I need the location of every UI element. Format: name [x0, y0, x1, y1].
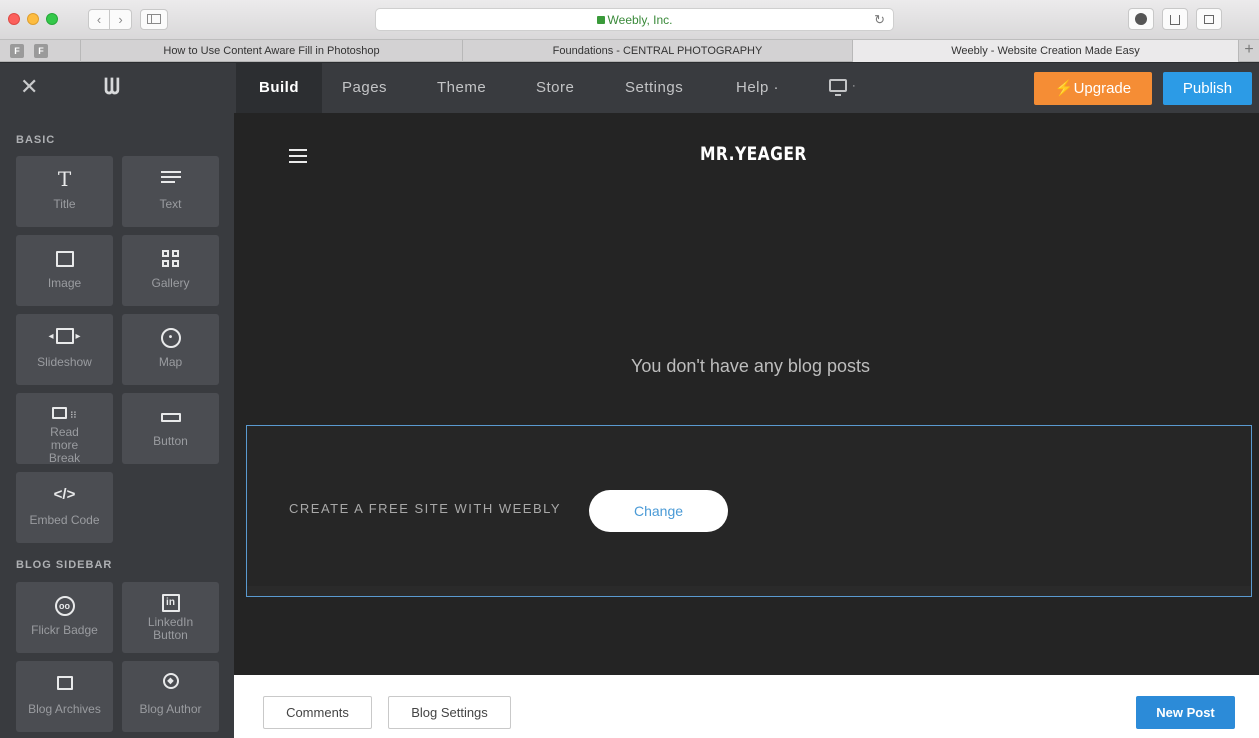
element-title[interactable]: T Title — [16, 156, 113, 227]
image-icon — [16, 247, 113, 269]
section-label-blog-sidebar: BLOG SIDEBAR — [16, 559, 113, 571]
map-pin-icon: • — [122, 326, 219, 349]
minimize-window-button[interactable] — [27, 13, 39, 25]
element-button[interactable]: Button — [122, 393, 219, 464]
element-map[interactable]: • Map — [122, 314, 219, 385]
element-label: Gallery — [151, 276, 190, 290]
pinned-tab[interactable]: F — [34, 44, 48, 58]
tab-settings[interactable]: Settings — [625, 63, 683, 113]
slideshow-icon: ◂ ▸ — [16, 326, 113, 348]
menu-icon[interactable] — [289, 149, 307, 163]
embed-code-icon: </> — [53, 486, 76, 503]
address-bar[interactable]: Weebly, Inc. ↻ — [375, 8, 894, 31]
flickr-icon: oo — [16, 594, 113, 617]
element-label: Map — [158, 355, 183, 369]
close-window-button[interactable] — [8, 13, 20, 25]
comments-button[interactable]: Comments — [263, 696, 372, 729]
element-label: Blog Archives — [28, 702, 101, 716]
sidebar-icon — [147, 14, 161, 24]
element-read-more-break[interactable]: ⁝⁝ Read more Break — [16, 393, 113, 465]
element-label: Blog Author — [139, 702, 202, 716]
element-flickr-badge[interactable]: oo Flickr Badge — [16, 582, 113, 653]
footer-banner[interactable]: CREATE A FREE SITE WITH WEEBLY Change — [246, 425, 1252, 597]
button-icon — [122, 405, 219, 427]
tab-theme[interactable]: Theme — [437, 63, 486, 113]
tab-pages[interactable]: Pages — [342, 63, 387, 113]
reload-icon[interactable]: ↻ — [874, 12, 885, 28]
forward-button[interactable]: › — [110, 9, 132, 30]
back-button[interactable]: ‹ — [88, 9, 110, 30]
change-button[interactable]: Change — [589, 490, 728, 532]
desktop-preview-icon[interactable] — [829, 79, 847, 96]
element-label: Button — [153, 434, 188, 448]
browser-tab-bar: F F How to Use Content Aware Fill in Pho… — [0, 40, 1259, 62]
lock-icon — [596, 16, 605, 24]
element-image[interactable]: Image — [16, 235, 113, 306]
author-pen-icon: ◆ — [122, 669, 219, 691]
tabs-icon — [1204, 15, 1214, 24]
device-caret-icon[interactable]: · — [852, 80, 856, 92]
tab-build[interactable]: Build — [236, 63, 322, 113]
element-embed-code[interactable]: </> Embed Code — [16, 472, 113, 543]
element-gallery[interactable]: Gallery — [122, 235, 219, 306]
tabs-overview-button[interactable] — [1196, 8, 1222, 30]
element-label: Embed Code — [29, 513, 100, 527]
element-label: Slideshow — [37, 355, 92, 369]
element-label: LinkedIn Button — [147, 615, 194, 642]
archives-icon — [16, 671, 113, 693]
linkedin-icon: in — [122, 591, 219, 613]
site-canvas[interactable]: MR.YEAGER You don't have any blog posts … — [234, 113, 1259, 675]
share-button[interactable] — [1162, 8, 1188, 30]
banner-text: CREATE A FREE SITE WITH WEEBLY — [289, 501, 562, 516]
browser-tab-active[interactable]: Weebly - Website Creation Made Easy — [852, 40, 1238, 62]
empty-blog-message: You don't have any blog posts — [631, 356, 870, 376]
element-text[interactable]: Text — [122, 156, 219, 227]
close-editor-icon[interactable]: ✕ — [20, 76, 38, 98]
element-label: Image — [47, 276, 82, 290]
download-icon — [1135, 13, 1147, 25]
element-label: Text — [159, 197, 182, 211]
read-more-icon: ⁝⁝ — [16, 401, 113, 423]
section-label-basic: BASIC — [16, 134, 56, 146]
browser-tab[interactable]: How to Use Content Aware Fill in Photosh… — [80, 40, 462, 62]
tab-help[interactable]: Help · — [736, 63, 779, 113]
pinned-tab[interactable]: F — [10, 44, 24, 58]
element-label: Title — [53, 197, 76, 211]
site-title[interactable]: MR.YEAGER — [700, 143, 807, 165]
element-blog-archives[interactable]: Blog Archives — [16, 661, 113, 732]
element-label: Flickr Badge — [31, 623, 98, 637]
chevron-right-icon: › — [118, 12, 123, 27]
element-label: Read more Break — [48, 425, 81, 465]
zoom-window-button[interactable] — [46, 13, 58, 25]
new-post-button[interactable]: New Post — [1136, 696, 1235, 729]
downloads-button[interactable] — [1128, 8, 1154, 30]
upgrade-button[interactable]: ⚡Upgrade — [1034, 72, 1152, 105]
chevron-left-icon: ‹ — [96, 12, 102, 27]
weebly-logo[interactable]: ᗯ — [104, 75, 120, 100]
publish-button[interactable]: Publish — [1163, 72, 1252, 105]
gallery-icon — [122, 247, 219, 269]
element-slideshow[interactable]: ◂ ▸ Slideshow — [16, 314, 113, 385]
browser-toolbar: ‹ › Weebly, Inc. ↻ — [0, 0, 1259, 40]
blog-settings-button[interactable]: Blog Settings — [388, 696, 511, 729]
elements-panel: BASIC T Title Text Image Gallery ◂ ▸ Sli… — [0, 113, 234, 738]
tab-store[interactable]: Store — [536, 63, 574, 113]
site-identity: Weebly, Inc. — [607, 13, 673, 27]
share-icon — [1170, 15, 1180, 25]
element-linkedin-button[interactable]: in LinkedIn Button — [122, 582, 219, 653]
title-icon: T — [57, 167, 72, 191]
text-icon — [122, 168, 219, 190]
blog-bottom-bar: Comments Blog Settings New Post — [234, 675, 1259, 738]
sidebar-toggle-button[interactable] — [140, 9, 168, 30]
new-tab-button[interactable]: + — [1238, 40, 1259, 62]
element-blog-author[interactable]: ◆ Blog Author — [122, 661, 219, 732]
browser-tab[interactable]: Foundations - CENTRAL PHOTOGRAPHY — [462, 40, 852, 62]
